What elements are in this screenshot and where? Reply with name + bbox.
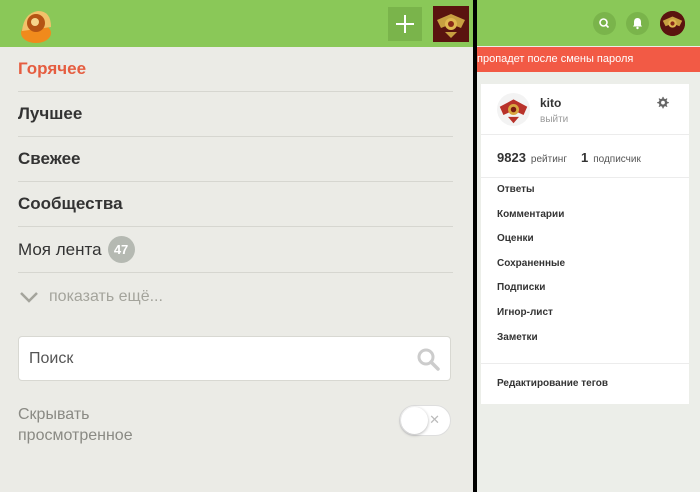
- link-saved[interactable]: Сохраненные: [497, 258, 565, 283]
- left-panel: Горячее Лучшее Свежее Сообщества Моя лен…: [0, 0, 473, 492]
- search-button[interactable]: [593, 12, 616, 35]
- menu-item-best[interactable]: Лучшее: [18, 92, 453, 137]
- link-ignore-list[interactable]: Игнор-лист: [497, 307, 565, 332]
- divider: [481, 363, 689, 364]
- divider: [481, 177, 689, 178]
- notifications-button[interactable]: [626, 12, 649, 35]
- hide-viewed-label: Скрывать просмотренное: [18, 406, 133, 444]
- search-icon[interactable]: [416, 347, 440, 371]
- logout-link[interactable]: выйти: [540, 114, 568, 125]
- subscribers-label[interactable]: подписчик: [593, 154, 641, 165]
- right-panel: пропадет после смены пароля kito выйти 9…: [477, 0, 700, 492]
- menu-item-communities[interactable]: Сообщества: [18, 182, 453, 227]
- chevron-down-icon: [20, 292, 38, 303]
- link-subscriptions[interactable]: Подписки: [497, 282, 565, 307]
- password-alert-banner: пропадет после смены пароля: [477, 47, 700, 72]
- hide-viewed-toggle[interactable]: ✕: [399, 405, 451, 436]
- main-menu: Горячее Лучшее Свежее Сообщества Моя лен…: [18, 47, 453, 321]
- gear-icon[interactable]: [656, 96, 669, 109]
- link-comments[interactable]: Комментарии: [497, 209, 565, 234]
- my-feed-label: Моя лента: [18, 239, 102, 259]
- add-post-button[interactable]: [388, 7, 422, 41]
- toggle-knob: [401, 407, 428, 434]
- link-ratings[interactable]: Оценки: [497, 233, 565, 258]
- bell-icon: [633, 18, 642, 30]
- avatar[interactable]: [433, 6, 469, 42]
- profile-stats: 9823 рейтинг 1 подписчик: [497, 150, 655, 165]
- link-answers[interactable]: Ответы: [497, 184, 565, 209]
- search-input[interactable]: [29, 347, 409, 371]
- show-more-label: показать ещё...: [49, 288, 163, 305]
- rating-label: рейтинг: [530, 154, 567, 165]
- search-box: [18, 336, 451, 381]
- menu-item-my-feed[interactable]: Моя лента 47: [18, 227, 453, 273]
- username[interactable]: kito: [540, 96, 561, 110]
- feed-count-badge: 47: [107, 236, 135, 263]
- logo-icon[interactable]: [16, 5, 56, 45]
- show-more-link[interactable]: показать ещё...: [18, 273, 453, 321]
- edit-tags-link[interactable]: Редактирование тегов: [497, 378, 608, 389]
- rating-value: 9823: [497, 150, 526, 165]
- profile-links: Ответы Комментарии Оценки Сохраненные По…: [497, 184, 565, 356]
- profile-avatar[interactable]: [497, 93, 530, 126]
- divider: [481, 134, 689, 135]
- search-icon: [599, 18, 610, 29]
- avatar[interactable]: [660, 11, 685, 36]
- profile-card: kito выйти 9823 рейтинг 1 подписчик Отве…: [481, 84, 689, 404]
- header: [477, 0, 700, 46]
- subscribers-value: 1: [580, 150, 589, 165]
- menu-item-hot[interactable]: Горячее: [18, 47, 453, 92]
- close-icon: ✕: [429, 412, 440, 427]
- link-notes[interactable]: Заметки: [497, 332, 565, 357]
- header: [0, 0, 473, 47]
- menu-item-fresh[interactable]: Свежее: [18, 137, 453, 182]
